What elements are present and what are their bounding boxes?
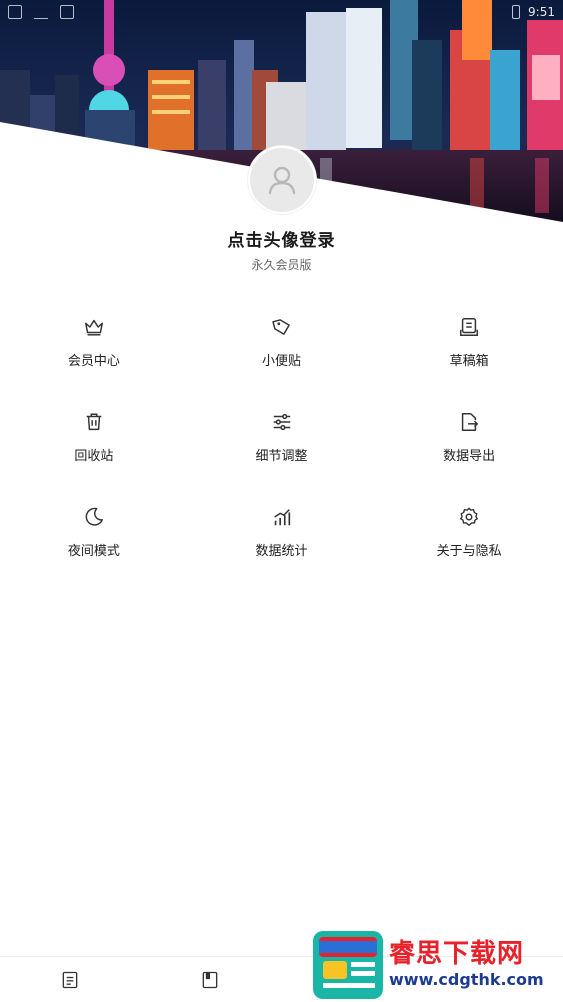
moon-icon <box>85 507 103 526</box>
menu-label: 数据导出 <box>443 449 496 464</box>
night-mode-button[interactable]: 夜间模式 <box>0 490 188 585</box>
menu-label: 草稿箱 <box>449 354 489 369</box>
about-privacy-button[interactable]: 关于与隐私 <box>375 490 563 585</box>
statistics-button[interactable]: 数据统计 <box>188 490 376 585</box>
detail-settings-button[interactable]: 细节调整 <box>188 395 376 490</box>
watermark-logo-icon <box>313 931 383 999</box>
chart-icon <box>273 509 290 526</box>
menu-row: 夜间模式 数据统计 关于与隐私 <box>0 490 563 585</box>
sticky-note-button[interactable]: 小便贴 <box>188 300 376 395</box>
login-prompt[interactable]: 点击头像登录 <box>0 226 563 251</box>
menu-row: 回收站 细节调整 数据导出 <box>0 395 563 490</box>
crown-icon <box>84 319 103 336</box>
export-icon <box>462 413 479 431</box>
menu-row: 会员中心 小便贴 草稿箱 <box>0 300 563 395</box>
site-watermark: 睿思下载网 www.cdgthk.com <box>311 928 563 1002</box>
menu-label: 夜间模式 <box>67 544 120 559</box>
draft-box-icon <box>460 318 479 336</box>
status-icons-left <box>8 5 74 19</box>
nav-notebook-tab[interactable] <box>140 957 280 1002</box>
feature-menu-grid: 会员中心 小便贴 草稿箱 回收站 细节调整 数据导出 夜间模式 数据统计 关于与… <box>0 300 563 585</box>
notebook-icon <box>202 971 218 988</box>
recycle-bin-button[interactable]: 回收站 <box>0 395 188 490</box>
menu-label: 细节调整 <box>255 449 308 464</box>
sliders-icon <box>273 413 290 431</box>
status-time: 9:51 <box>528 5 555 19</box>
menu-label: 小便贴 <box>262 354 302 369</box>
avatar[interactable] <box>248 146 316 214</box>
member-center-button[interactable]: 会员中心 <box>0 300 188 395</box>
app-notification-icon <box>60 5 74 19</box>
status-bar: 9:51 <box>0 0 563 24</box>
nav-notes-tab[interactable] <box>0 957 140 1002</box>
menu-label: 关于与隐私 <box>436 544 502 559</box>
download-icon <box>34 5 48 19</box>
default-user-icon <box>268 166 296 195</box>
notification-icon <box>8 5 22 19</box>
document-icon <box>62 971 78 988</box>
data-export-button[interactable]: 数据导出 <box>375 395 563 490</box>
watermark-url: www.cdgthk.com <box>389 970 544 989</box>
menu-label: 会员中心 <box>67 354 120 369</box>
tag-icon <box>271 319 290 335</box>
status-icons-right: 9:51 <box>512 5 555 19</box>
watermark-text: 睿思下载网 www.cdgthk.com <box>389 939 544 991</box>
trash-icon <box>86 413 102 431</box>
membership-label: 永久会员版 <box>251 258 312 272</box>
watermark-title: 睿思下载网 <box>389 939 525 969</box>
drafts-button[interactable]: 草稿箱 <box>375 300 563 395</box>
menu-label: 数据统计 <box>255 544 308 559</box>
menu-label: 回收站 <box>74 449 114 464</box>
battery-icon <box>512 5 521 19</box>
gear-icon <box>460 507 479 526</box>
